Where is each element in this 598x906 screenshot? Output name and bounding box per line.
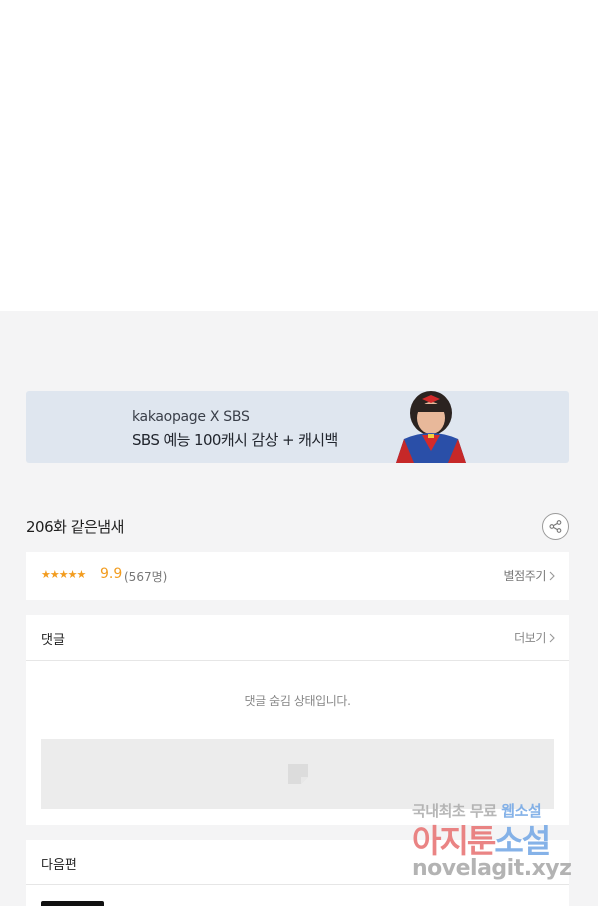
share-button[interactable]: [542, 513, 569, 540]
ad-placeholder: [41, 739, 554, 809]
share-icon: [549, 520, 562, 533]
comment-more-button[interactable]: 더보기: [514, 629, 555, 646]
next-episode-label: 다음편: [41, 858, 77, 873]
content-image-area: [0, 0, 598, 311]
chevron-right-icon: [549, 633, 555, 642]
chevron-right-icon: [549, 571, 555, 580]
comment-card: 댓글 더보기 댓글 숨김 상태입니다.: [26, 615, 569, 825]
comment-header: 댓글 더보기: [26, 615, 569, 661]
rating-card: ★★★★★ 9.9 (567명) 별점주기: [26, 552, 569, 600]
rating-score: 9.9: [100, 566, 123, 582]
rate-label: 별점주기: [503, 569, 546, 583]
rating-stars: ★★★★★: [41, 568, 86, 581]
next-episode-thumbnail[interactable]: [41, 901, 104, 906]
image-placeholder-icon: [287, 764, 308, 784]
comment-label: 댓글: [41, 633, 65, 648]
promo-banner[interactable]: kakaopage X SBS SBS 예능 100캐시 감상 + 캐시백: [26, 391, 569, 463]
rating-count: (567명): [124, 570, 168, 584]
more-label: 더보기: [514, 631, 546, 645]
banner-sub-text: kakaopage X SBS: [132, 409, 250, 425]
episode-title: 206화 같은냄새: [26, 518, 124, 536]
next-episode-card: 다음편: [26, 840, 569, 906]
rate-button[interactable]: 별점주기: [503, 567, 555, 584]
banner-person-illustration: [396, 391, 466, 463]
comment-hidden-message: 댓글 숨김 상태입니다.: [244, 694, 351, 708]
banner-main-text: SBS 예능 100캐시 감상 + 캐시백: [132, 431, 338, 449]
next-episode-header: 다음편: [26, 840, 569, 885]
